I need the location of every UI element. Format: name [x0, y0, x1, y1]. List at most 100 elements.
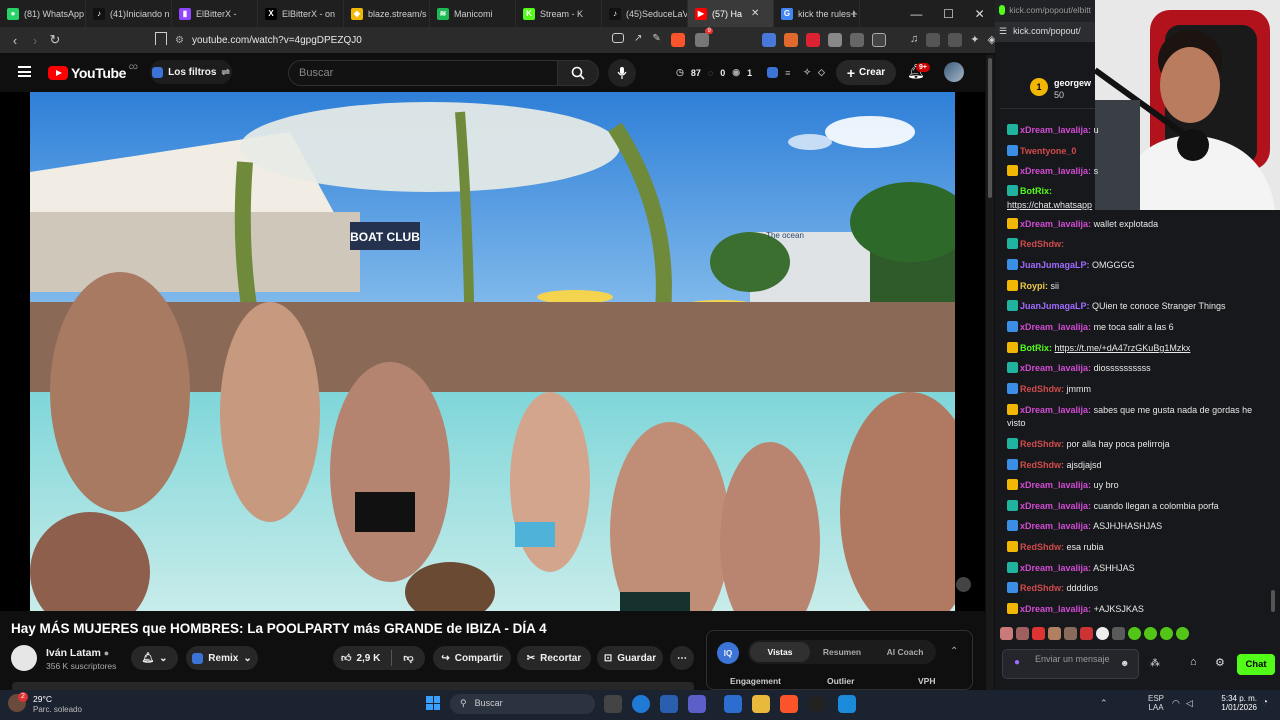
emote-icon[interactable]	[1176, 627, 1189, 640]
chat-username[interactable]: RedShdw:	[1020, 542, 1064, 552]
chat-message[interactable]: RedShdw: esa rubia	[1007, 541, 1269, 554]
remix-button[interactable]: Remix ⌄	[186, 646, 258, 670]
chat-message[interactable]: xDream_lavalija: ASHHJAS	[1007, 562, 1269, 575]
language-indicator[interactable]: ESP LAA	[1148, 694, 1164, 712]
chat-username[interactable]: BotRix:	[1020, 186, 1052, 196]
brave-shield-icon[interactable]	[670, 33, 685, 47]
sidebar-icon[interactable]	[926, 33, 941, 47]
emote-icon[interactable]	[1032, 627, 1045, 640]
emote-icon[interactable]	[1016, 627, 1029, 640]
chat-username[interactable]: xDream_lavalija:	[1020, 563, 1091, 573]
chat-username[interactable]: JuanJumagaLP:	[1020, 301, 1090, 311]
chat-scrollbar[interactable]	[1271, 210, 1277, 615]
chat-message[interactable]: Roypi: sii	[1007, 280, 1269, 293]
browser-tab[interactable]: ◆ blaze.stream/s	[344, 0, 430, 27]
chat-username[interactable]: xDream_lavalija:	[1020, 501, 1091, 511]
chat-message[interactable]: xDream_lavalija: u	[1007, 124, 1269, 137]
back-icon[interactable]: ‹	[5, 33, 25, 48]
chat-message[interactable]: JuanJumagaLP: OMGGGG	[1007, 259, 1269, 272]
chat-message[interactable]: BotRix:	[1007, 185, 1269, 198]
page-scrollbar[interactable]	[986, 55, 994, 690]
store-icon[interactable]	[724, 695, 742, 713]
emote-icon[interactable]	[1048, 627, 1061, 640]
browser-tab[interactable]: ♪ (45)SeduceLaV	[602, 0, 688, 27]
chat-username[interactable]: BotRix:	[1020, 343, 1052, 353]
forward-icon[interactable]: ›	[25, 33, 45, 48]
chat-message[interactable]: Twentyone_0	[1007, 145, 1269, 158]
chat-message[interactable]: RedShdw: ajsdjajsd	[1007, 459, 1269, 472]
chat-message[interactable]: RedShdw: ddddios	[1007, 582, 1269, 595]
chat-message[interactable]: JuanJumagaLP: QUien te conoce Stranger T…	[1007, 300, 1269, 313]
extension-icon[interactable]	[850, 33, 864, 47]
close-window-icon[interactable]: ✕	[975, 7, 985, 21]
wallet-icon[interactable]	[948, 33, 963, 47]
site-info-icon[interactable]: ⚙	[175, 35, 184, 46]
chat-username[interactable]: xDream_lavalija:	[1020, 322, 1091, 332]
chat-message[interactable]: xDream_lavalija: me toca salir a las 6	[1007, 321, 1269, 334]
brave-taskbar-icon[interactable]	[780, 695, 798, 713]
search-input[interactable]: Buscar	[288, 60, 558, 86]
chat-message[interactable]: xDream_lavalija: uy bro	[1007, 479, 1269, 492]
share-icon[interactable]: ↗	[634, 33, 642, 47]
chat-username[interactable]: xDream_lavalija:	[1020, 521, 1091, 531]
browser-tab[interactable]: ≋ Manicomi	[430, 0, 516, 27]
volume-icon[interactable]: ◁	[1186, 698, 1193, 709]
browser-tab[interactable]: ● (81) WhatsApp	[0, 0, 86, 27]
leo-icon[interactable]: ✦	[970, 33, 979, 47]
more-actions-button[interactable]: ⋯	[670, 646, 694, 670]
browser-tab[interactable]: ▶ (57) Ha ✕	[688, 0, 774, 27]
app-icon[interactable]	[838, 695, 856, 713]
start-button-icon[interactable]	[426, 696, 440, 710]
screenshot-icon[interactable]	[872, 33, 886, 47]
new-tab-icon[interactable]: +	[850, 6, 858, 21]
thumbs-down-icon[interactable]: 👎︎	[403, 652, 413, 664]
chat-settings-icon[interactable]: ⚙	[1215, 656, 1225, 669]
vidiq-icon[interactable]	[767, 67, 779, 78]
chat-message[interactable]: xDream_lavalija: diossssssssss	[1007, 362, 1269, 375]
emote-picker-icon[interactable]: ●	[1014, 657, 1020, 668]
chat-message[interactable]: xDream_lavalija: ASJHJHASHJAS	[1007, 520, 1269, 533]
chat-username[interactable]: xDream_lavalija:	[1020, 219, 1091, 229]
save-button[interactable]: ⊡ Guardar	[597, 646, 663, 670]
chat-username[interactable]: Twentyone_0	[1020, 146, 1076, 156]
clock[interactable]: 5:34 p. m. 1/01/2026	[1212, 694, 1257, 712]
chat-username[interactable]: RedShdw:	[1020, 439, 1064, 449]
obs-icon[interactable]	[808, 695, 826, 713]
browser-tab[interactable]: ▮ ElBitterX -	[172, 0, 258, 27]
avatar[interactable]	[944, 62, 964, 82]
voice-search-button[interactable]	[608, 59, 636, 87]
chat-message[interactable]: xDream_lavalija: wallet explotada	[1007, 218, 1269, 231]
channel-avatar[interactable]	[11, 645, 37, 671]
overlay-extension-icon[interactable]	[956, 577, 971, 592]
emote-icon[interactable]	[1128, 627, 1141, 640]
emote-icon[interactable]	[1160, 627, 1173, 640]
browser-tab[interactable]: K Stream - K	[516, 0, 602, 27]
emote-icon[interactable]	[1080, 627, 1093, 640]
chat-username[interactable]: JuanJumagaLP:	[1020, 260, 1090, 270]
browser-tab[interactable]: X ElBitterX - on	[258, 0, 344, 27]
wifi-icon[interactable]: ◠	[1172, 698, 1180, 709]
chat-message[interactable]: RedShdw:	[1007, 238, 1269, 251]
filters-button[interactable]: Los filtros ⇌	[150, 60, 232, 84]
tab-ai-coach[interactable]: AI Coach	[874, 647, 936, 657]
channel-name-row[interactable]: Iván Latam ●	[46, 647, 109, 659]
browser-tab[interactable]: ♪ (41)Iniciando n	[86, 0, 172, 27]
points-icon[interactable]: ⁂	[1150, 658, 1160, 669]
copilot-icon[interactable]	[660, 695, 678, 713]
stats-widget[interactable]: ◷ 87 ◌ 0 ◉ 1 ≡ ✧ ◇	[676, 67, 825, 78]
chat-username[interactable]: xDream_lavalija:	[1020, 604, 1091, 614]
app-icon[interactable]	[688, 695, 706, 713]
tray-chevron-icon[interactable]: ⌃	[1100, 698, 1108, 709]
chat-username[interactable]: xDream_lavalija:	[1020, 125, 1091, 135]
youtube-logo[interactable]: YouTube CO	[48, 65, 138, 81]
extension-icon[interactable]	[828, 33, 842, 47]
hamburger-menu-icon[interactable]	[18, 66, 31, 77]
task-view-icon[interactable]	[604, 695, 622, 713]
emote-icon[interactable]	[1000, 627, 1013, 640]
tab-resumen[interactable]: Resumen	[810, 647, 874, 657]
send-chat-button[interactable]: Chat	[1237, 654, 1275, 675]
extension-icon[interactable]	[806, 33, 820, 47]
description-box[interactable]	[12, 682, 694, 690]
chat-link[interactable]: https://t.me/+dA47rzGKuBg1Mzkx	[1055, 343, 1191, 353]
chat-message[interactable]: BotRix: https://t.me/+dA47rzGKuBg1Mzkx	[1007, 342, 1269, 355]
